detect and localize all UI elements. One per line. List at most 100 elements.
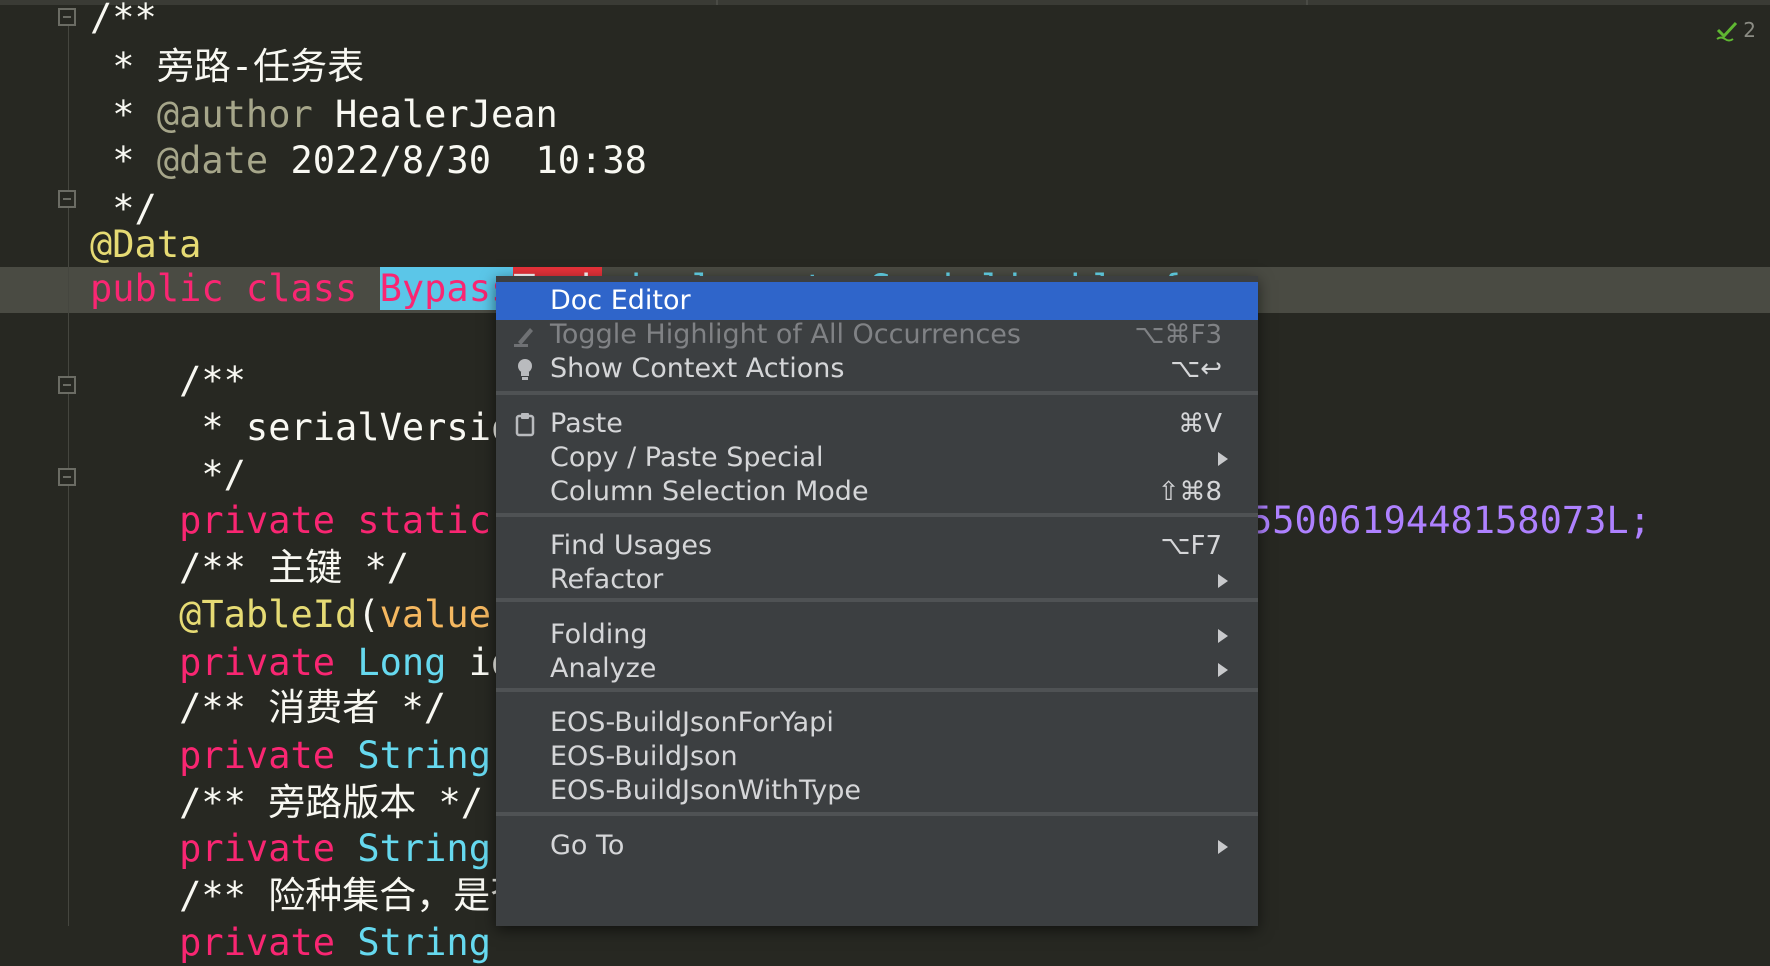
inspection-count: 2 xyxy=(1743,18,1756,42)
menu-item-label: Column Selection Mode xyxy=(550,476,869,507)
lightbulb-icon xyxy=(512,356,538,382)
code-token: String xyxy=(357,827,491,870)
menu-separator xyxy=(496,391,1258,395)
code-line[interactable]: private String xyxy=(90,733,491,779)
code-token: Long xyxy=(357,641,447,684)
code-line[interactable]: private Long id xyxy=(90,640,513,686)
fold-toggle-icon[interactable] xyxy=(58,376,76,394)
code-line[interactable]: /** 险种集合，是否 xyxy=(90,873,527,919)
code-line[interactable]: * @date 2022/8/30 10:38 xyxy=(90,138,647,184)
check-icon xyxy=(1716,21,1738,42)
menu-item-find-usages[interactable]: Find Usages ⌥F7 xyxy=(496,527,1258,565)
code-token: * serialVersio xyxy=(90,406,514,449)
fold-toggle-icon[interactable] xyxy=(58,190,76,208)
menu-item-label: Folding xyxy=(550,619,648,650)
serial-version-value[interactable]: 5500619448158073L; xyxy=(1250,498,1651,544)
code-token: private static xyxy=(90,499,514,542)
menu-item-label: Toggle Highlight of All Occurrences xyxy=(550,319,1021,350)
code-token: /** xyxy=(90,359,246,402)
menu-item-label: EOS-BuildJsonWithType xyxy=(550,775,861,806)
code-token: HealerJean xyxy=(312,93,558,136)
menu-item-label: Find Usages xyxy=(550,530,713,561)
code-line[interactable]: @Data xyxy=(90,222,201,268)
code-line[interactable]: */ xyxy=(90,452,246,498)
code-line[interactable]: private String xyxy=(90,920,491,966)
code-token: @author xyxy=(156,93,313,136)
code-token: /** 旁路版本 */ xyxy=(90,781,484,824)
menu-item-copy-paste-special[interactable]: Copy / Paste Special xyxy=(496,439,1258,477)
code-token: @Data xyxy=(90,223,202,266)
fold-toggle-icon[interactable] xyxy=(58,8,76,26)
code-token: value xyxy=(379,593,491,636)
class-name-selection: Bypass xyxy=(379,267,514,310)
code-line[interactable]: /** xyxy=(90,0,157,41)
code-token: @TableId xyxy=(179,593,358,636)
menu-item-shortcut: ⌥↩ xyxy=(1170,354,1222,384)
code-token: /** xyxy=(90,0,157,39)
menu-item-eos-buildjson[interactable]: EOS-BuildJson xyxy=(496,738,1258,776)
code-line[interactable]: /** 旁路版本 */ xyxy=(90,780,483,826)
menu-item-label: EOS-BuildJson xyxy=(550,741,738,772)
menu-item-doc-editor[interactable]: Doc Editor xyxy=(496,282,1258,320)
menu-item-label: Analyze xyxy=(550,653,657,684)
code-line[interactable]: /** xyxy=(90,358,246,404)
code-token: * xyxy=(90,93,157,136)
code-line[interactable]: * 旁路-任务表 xyxy=(90,44,364,90)
menu-item-column-selection-mode[interactable]: Column Selection Mode ⇧⌘8 xyxy=(496,473,1258,511)
tab-divider xyxy=(1306,0,1308,5)
menu-item-go-to[interactable]: Go To xyxy=(496,827,1258,865)
menu-separator xyxy=(496,688,1258,692)
menu-item-toggle-highlight-of-all-occurrences[interactable]: Toggle Highlight of All Occurrences ⌥⌘F3 xyxy=(496,316,1258,354)
tab-divider xyxy=(716,0,718,5)
code-token: 2022/8/30 10:38 xyxy=(268,139,647,182)
code-line[interactable]: private static xyxy=(90,498,513,544)
code-line[interactable]: * @author HealerJean xyxy=(90,92,558,138)
menu-item-folding[interactable]: Folding xyxy=(496,616,1258,654)
menu-item-paste[interactable]: Paste ⌘V xyxy=(496,405,1258,443)
menu-separator xyxy=(496,598,1258,602)
code-line[interactable]: @TableId(value xyxy=(90,592,491,638)
code-token: String xyxy=(357,921,491,964)
code-token: private xyxy=(90,827,358,870)
menu-item-eos-buildjsonforyapi[interactable]: EOS-BuildJsonForYapi xyxy=(496,704,1258,742)
menu-item-label: Paste xyxy=(550,408,623,439)
menu-item-shortcut: ⌥F7 xyxy=(1160,531,1222,561)
code-token: /** 消费者 */ xyxy=(90,686,447,729)
code-token: private xyxy=(90,641,358,684)
menu-item-shortcut: ⇧⌘8 xyxy=(1157,477,1222,507)
submenu-arrow-icon xyxy=(1218,574,1228,588)
inspection-widget[interactable]: 2 xyxy=(1715,18,1756,42)
code-token: */ xyxy=(90,453,246,496)
menu-item-label: Refactor xyxy=(550,564,664,595)
code-token: ( xyxy=(357,593,380,636)
fold-toggle-icon[interactable] xyxy=(58,468,76,486)
highlighter-icon xyxy=(512,322,538,348)
code-token: /** 主键 */ xyxy=(90,546,410,589)
editor-tab-strip xyxy=(0,0,1770,5)
code-token: * 旁路-任务表 xyxy=(90,45,365,88)
menu-item-label: Show Context Actions xyxy=(550,353,845,384)
menu-item-show-context-actions[interactable]: Show Context Actions ⌥↩ xyxy=(496,350,1258,388)
code-token: * xyxy=(90,139,157,182)
code-token: String xyxy=(357,734,491,777)
menu-separator xyxy=(496,513,1258,517)
code-token: @date xyxy=(156,139,269,182)
submenu-arrow-icon xyxy=(1218,840,1228,854)
menu-item-analyze[interactable]: Analyze xyxy=(496,650,1258,688)
code-line[interactable]: /** 消费者 */ xyxy=(90,685,446,731)
menu-item-label: Go To xyxy=(550,830,625,861)
menu-item-eos-buildjsonwithtype[interactable]: EOS-BuildJsonWithType xyxy=(496,772,1258,810)
clipboard-icon xyxy=(512,411,538,437)
menu-item-label: EOS-BuildJsonForYapi xyxy=(550,707,834,738)
menu-separator xyxy=(496,812,1258,816)
menu-item-label: Copy / Paste Special xyxy=(550,442,824,473)
context-menu[interactable]: Doc Editor Toggle Highlight of All Occurr… xyxy=(496,276,1258,926)
code-line[interactable]: /** 主键 */ xyxy=(90,545,409,591)
menu-item-shortcut: ⌥⌘F3 xyxy=(1134,320,1222,350)
code-token: private xyxy=(90,734,358,777)
menu-item-refactor[interactable]: Refactor xyxy=(496,561,1258,599)
code-line[interactable]: * serialVersio xyxy=(90,405,513,451)
submenu-arrow-icon xyxy=(1218,452,1228,466)
code-line[interactable]: private String xyxy=(90,826,491,872)
